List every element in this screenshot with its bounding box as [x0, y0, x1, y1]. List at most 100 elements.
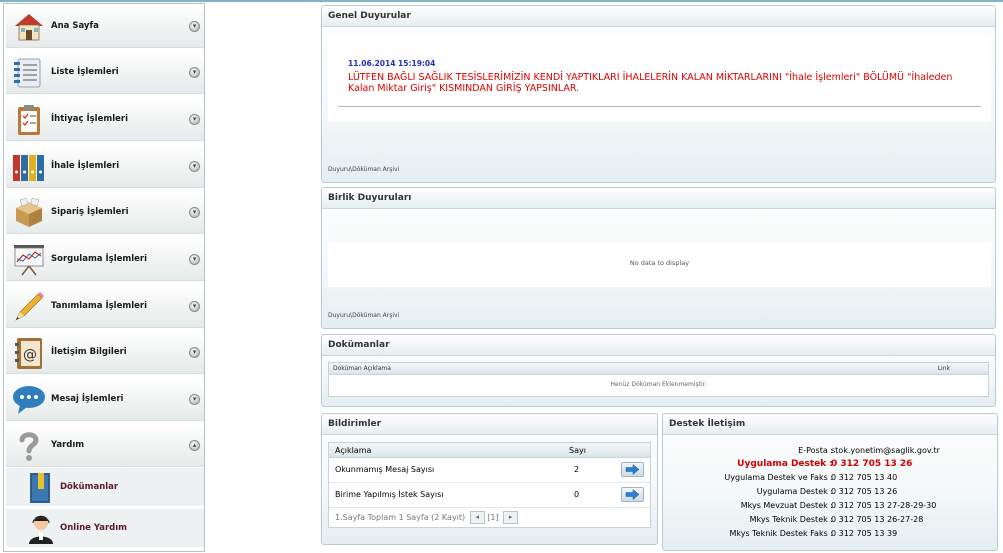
row-description: Birime Yapılmış İstek Sayısı: [335, 490, 444, 499]
row-count: 0: [574, 490, 580, 499]
current-page[interactable]: [1]: [487, 513, 498, 522]
announcement-box: 11.06.2014 15:19:04 LÜTFEN BAĞLI SAĞLIK …: [328, 36, 991, 122]
contact-label: Uygulama Destek ve Faks :: [724, 473, 833, 482]
chevron-down-icon[interactable]: ▾: [189, 347, 200, 358]
chevron-down-icon[interactable]: ▾: [189, 114, 200, 125]
row-count: 2: [574, 465, 580, 474]
arrow-right-icon: [625, 488, 640, 501]
chevron-down-icon[interactable]: ▾: [189, 207, 200, 218]
clipboard-icon: [18, 105, 40, 135]
contact-line: Uygulama Destek : 0 312 705 13 26: [663, 487, 997, 500]
sidebar-item-label: Mesaj İşlemleri: [51, 394, 124, 404]
contact-line: Mkys Teknik Destek Faks : 0 312 705 13 3…: [663, 529, 997, 542]
go-button[interactable]: [621, 487, 644, 502]
sidebar-item-ihale[interactable]: İhale İşlemleri ▾: [6, 146, 204, 188]
binders-icon: [13, 155, 44, 181]
panel-title: Bildirimler: [328, 419, 382, 429]
sidebar-item-label: İhale İşlemleri: [51, 161, 120, 171]
sidebar-item-tanimlama[interactable]: Tanımlama İşlemleri ▾: [6, 286, 204, 328]
empty-message: Henüz Döküman Eklenmemiştir.: [610, 381, 707, 388]
table-header: Açıklama Sayı: [329, 443, 650, 458]
pager-summary: 1.Sayfa Toplam 1 Sayfa (2 Kayıt): [335, 513, 466, 522]
sidebar-item-mesaj[interactable]: Mesaj İşlemleri ▾: [6, 379, 204, 421]
contact-line: E-Posta : stok.yonetim@saglik.gov.tr: [663, 446, 997, 459]
sidebar-item-iletisim[interactable]: @ İletişim Bilgileri ▾: [6, 332, 204, 374]
contact-value: 0 312 705 13 27-28-29-30: [831, 501, 937, 510]
speech-bubble-icon: [13, 386, 45, 414]
sidebar-item-label: Sorgulama İşlemleri: [51, 254, 148, 264]
chevron-down-icon[interactable]: ▾: [189, 394, 200, 405]
panel-header: Dokümanlar: [322, 335, 995, 356]
panel-title: Genel Duyurular: [328, 11, 411, 21]
panel-header: Bildirimler: [322, 414, 657, 435]
table-row: Birime Yapılmış İstek Sayısı 0: [329, 483, 650, 508]
contact-line-highlight: Uygulama Destek : 0 312 705 13 26: [663, 459, 997, 472]
contact-line: Mkys Teknik Destek : 0 312 705 13 26-27-…: [663, 515, 997, 528]
chevron-down-icon[interactable]: ▾: [189, 254, 200, 265]
support-contact-panel: Destek İletişim E-Posta : stok.yonetim@s…: [662, 413, 998, 551]
contact-value: 0 312 705 13 26: [831, 459, 913, 469]
sidebar-item-label: Ana Sayfa: [51, 21, 99, 31]
pager: 1.Sayfa Toplam 1 Sayfa (2 Kayıt) ◂ [1] ▸: [335, 511, 519, 524]
chevron-down-icon[interactable]: ▾: [189, 67, 200, 78]
chevron-up-icon[interactable]: ▴: [189, 440, 200, 451]
column-header-description: Açıklama: [335, 446, 372, 455]
contact-label: Uygulama Destek :: [756, 487, 833, 496]
column-header-description: Doküman Açıklama: [333, 365, 391, 372]
contact-value: 0 312 705 13 26-27-28: [831, 515, 924, 524]
announcement-box: No data to display: [328, 243, 991, 287]
next-page-button[interactable]: ▸: [503, 511, 519, 524]
sidebar-item-ihtiyac[interactable]: İhtiyaç İşlemleri ▾: [6, 99, 204, 141]
contact-line: Mkys Mevzuat Destek : 0 312 705 13 27-28…: [663, 501, 997, 514]
contact-label: Mkys Teknik Destek :: [749, 515, 833, 524]
documents-table: Doküman Açıklama Link Henüz Döküman Ekle…: [328, 362, 989, 397]
sidebar-subitem-label: Online Yardım: [60, 523, 128, 533]
sidebar-subitem-label: Dökümanlar: [60, 482, 119, 492]
prev-page-button[interactable]: ◂: [469, 511, 485, 524]
union-announcements-panel: Birlik Duyuruları No data to display Duy…: [321, 187, 996, 329]
sidebar-subitem-online-yardim[interactable]: Online Yardım: [6, 509, 204, 547]
arrow-right-icon: [625, 463, 640, 476]
sidebar-item-label: İletişim Bilgileri: [51, 347, 127, 357]
go-button[interactable]: [621, 462, 644, 477]
sidebar: Ana Sayfa ▾ Liste İşlemleri ▾ İhtiyaç İş…: [3, 3, 205, 552]
panel-header: Birlik Duyuruları: [322, 188, 995, 209]
sidebar-item-siparis[interactable]: Sipariş İşlemleri ▾: [6, 192, 204, 234]
support-agent-icon: [29, 515, 53, 544]
panel-title: Dokümanlar: [328, 340, 390, 350]
row-description: Okunmamış Mesaj Sayısı: [335, 465, 435, 474]
contact-label: Uygulama Destek :: [737, 459, 833, 469]
sidebar-item-sorgulama[interactable]: Sorgulama İşlemleri ▾: [6, 239, 204, 281]
question-icon: [19, 432, 39, 461]
general-announcements-panel: Genel Duyurular 11.06.2014 15:19:04 LÜTF…: [321, 5, 996, 183]
contact-value: 0 312 705 13 26: [831, 487, 898, 496]
notifications-panel: Bildirimler Açıklama Sayı Okunmamış Mesa…: [321, 413, 658, 545]
top-border: [0, 0, 1003, 2]
chevron-down-icon[interactable]: ▾: [189, 301, 200, 312]
notifications-table: Açıklama Sayı Okunmamış Mesaj Sayısı 2 B…: [328, 442, 651, 528]
sidebar-item-liste[interactable]: Liste İşlemleri ▾: [6, 52, 204, 94]
panel-title: Destek İletişim: [669, 419, 746, 429]
sidebar-item-label: İhtiyaç İşlemleri: [51, 114, 129, 124]
pencil-icon: [15, 292, 44, 321]
panel-header: Destek İletişim: [663, 414, 997, 435]
chevron-down-icon[interactable]: ▾: [189, 21, 200, 32]
sidebar-subitem-dokumanlar[interactable]: Dökümanlar: [6, 468, 204, 506]
contact-value[interactable]: stok.yonetim@saglik.gov.tr: [831, 446, 940, 455]
archive-link[interactable]: Duyuru\Döküman Arşivi: [328, 312, 399, 319]
contact-line: Uygulama Destek ve Faks : 0 312 705 13 4…: [663, 473, 997, 486]
contact-label: E-Posta :: [798, 446, 833, 455]
document-book-icon: [30, 473, 50, 503]
sidebar-item-yardim[interactable]: Yardım ▴: [6, 425, 204, 467]
address-book-icon: @: [15, 338, 42, 369]
documents-panel: Dokümanlar Doküman Açıklama Link Henüz D…: [321, 334, 996, 407]
archive-link[interactable]: Duyuru\Döküman Arşivi: [328, 166, 399, 173]
sidebar-item-label: Liste İşlemleri: [51, 67, 119, 77]
chart-board-icon: [14, 245, 44, 276]
contact-label: Mkys Teknik Destek Faks :: [729, 529, 833, 538]
sidebar-item-ana-sayfa[interactable]: Ana Sayfa ▾: [6, 6, 204, 48]
chevron-down-icon[interactable]: ▾: [189, 161, 200, 172]
sidebar-item-label: Sipariş İşlemleri: [51, 207, 129, 217]
sidebar-item-label: Yardım: [51, 440, 85, 450]
column-header-link: Link: [937, 365, 950, 372]
